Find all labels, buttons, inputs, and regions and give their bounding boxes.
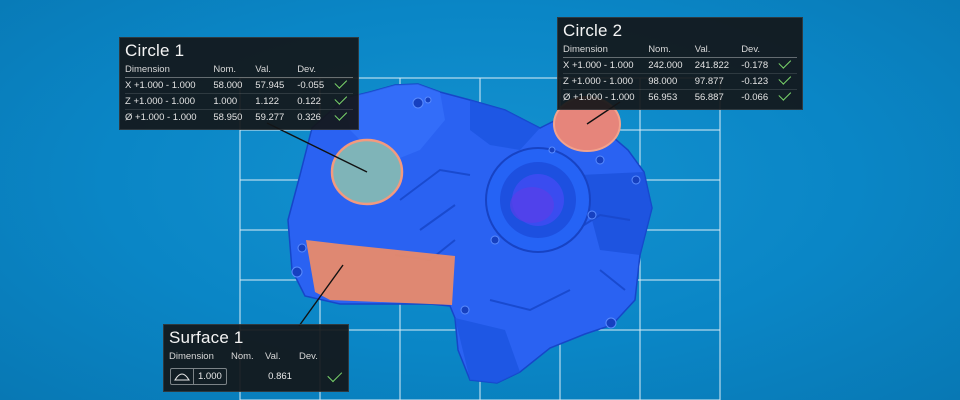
panel-title: Circle 2 [563,21,623,40]
column-header: Val. [255,63,298,78]
surface-profile-tolerance: 1.000 [170,368,227,385]
column-header: Dev. [297,63,336,78]
deviation-cell: 0.326 [297,112,321,123]
column-header: Dev. [741,43,780,58]
column-header: Dev. [299,351,318,362]
column-header: Nom. [213,63,256,78]
measurement-table: Dimension Nom. Val. Dev. [169,350,333,364]
column-header: Nom. [648,43,695,58]
column-header: Dimension [125,63,214,78]
table-row[interactable]: Ø +1.000 - 1.000 56.953 56.887 -0.066 [563,88,797,106]
deviation-cell: -0.123 [741,73,780,90]
nominal-cell: 56.953 [648,92,678,103]
surface-profile-icon [171,369,194,384]
value-cell: 0.861 [268,371,292,382]
value-cell: 1.122 [255,93,298,110]
check-icon [778,56,792,69]
tolerance-value: 1.000 [198,371,222,382]
table-row[interactable]: Z +1.000 - 1.000 1.000 1.122 0.122 [125,92,353,110]
value-cell: 57.945 [255,77,298,94]
check-icon [327,367,343,382]
deviation-cell: -0.066 [741,92,769,103]
nominal-cell: 98.000 [648,73,695,90]
deviation-cell: -0.055 [297,77,336,94]
table-row[interactable]: X +1.000 - 1.000 58.000 57.945 -0.055 [125,76,353,94]
value-cell: 241.822 [694,57,742,74]
nominal-cell: 242.000 [648,57,695,74]
table-row[interactable]: 1.000 0.861 [164,364,348,391]
column-header: Dimension [169,351,214,362]
column-header: Nom. [231,351,254,362]
nominal-cell: 58.000 [213,77,256,94]
check-icon [334,108,348,121]
table-row[interactable]: X +1.000 - 1.000 242.000 241.822 -0.178 [563,56,797,74]
check-icon [334,92,348,105]
value-cell: 56.887 [694,92,724,103]
panel-title: Surface 1 [169,328,244,347]
check-icon [778,72,792,85]
column-header: Val. [265,351,281,362]
deviation-cell: 0.122 [297,93,336,110]
column-header: Val. [694,43,742,58]
check-icon [778,88,792,101]
inspection-viewport[interactable]: Circle 1 Dimension Nom. Val. Dev. X +1.0… [0,0,960,400]
dimension-cell: X +1.000 - 1.000 [563,57,649,74]
value-cell: 97.877 [694,73,742,90]
table-row[interactable]: Ø +1.000 - 1.000 58.950 59.277 0.326 [125,108,353,126]
circle-2-panel[interactable]: Circle 2 Dimension Nom. Val. Dev. X +1.0… [557,17,803,110]
value-cell: 59.277 [255,112,285,123]
dimension-cell: X +1.000 - 1.000 [125,77,214,94]
nominal-cell: 58.950 [213,112,243,123]
surface-1-panel[interactable]: Surface 1 Dimension Nom. Val. Dev. 1.000… [163,324,349,392]
dimension-cell: Ø +1.000 - 1.000 [563,92,635,103]
circle-1-panel[interactable]: Circle 1 Dimension Nom. Val. Dev. X +1.0… [119,37,359,130]
dimension-cell: Z +1.000 - 1.000 [563,73,649,90]
table-row[interactable]: Z +1.000 - 1.000 98.000 97.877 -0.123 [563,72,797,90]
measurement-table: Dimension Nom. Val. Dev. X +1.000 - 1.00… [125,63,353,125]
panel-title: Circle 1 [125,41,185,60]
deviation-cell: -0.178 [741,57,780,74]
nominal-cell: 1.000 [213,93,256,110]
check-icon [334,76,348,89]
column-header: Dimension [563,43,649,58]
measurement-table: Dimension Nom. Val. Dev. X +1.000 - 1.00… [563,43,797,105]
dimension-cell: Ø +1.000 - 1.000 [125,112,197,123]
dimension-cell: Z +1.000 - 1.000 [125,93,214,110]
